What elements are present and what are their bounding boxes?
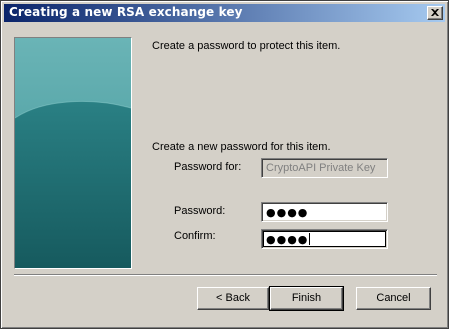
window-title: Creating a new RSA exchange key [9,5,243,19]
confirm-value: ●●●● [266,233,309,246]
title-bar[interactable]: Creating a new RSA exchange key [4,4,445,22]
finish-button[interactable]: Finish [269,286,344,311]
password-for-label: Password for: [174,161,242,173]
intro-text: Create a password to protect this item. [152,40,341,52]
confirm-label: Confirm: [174,230,216,242]
password-for-value: CryptoAPI Private Key [266,162,376,174]
text-caret [309,233,311,245]
close-icon [431,9,439,16]
password-for-field: CryptoAPI Private Key [261,158,388,178]
button-separator [14,274,437,276]
back-button[interactable]: < Back [197,287,269,310]
dialog-window: Creating a new RSA exchange key Create a… [0,0,449,329]
password-input[interactable]: ●●●● [261,202,388,222]
form-heading: Create a new password for this item. [152,141,331,153]
password-value: ●●●● [266,206,309,219]
password-label: Password: [174,205,226,217]
cancel-button[interactable]: Cancel [356,287,431,310]
confirm-input[interactable]: ●●●● [261,229,388,249]
dialog-content: Create a password to protect this item. … [4,23,445,326]
close-button[interactable] [427,6,443,20]
wizard-side-graphic [14,37,132,269]
